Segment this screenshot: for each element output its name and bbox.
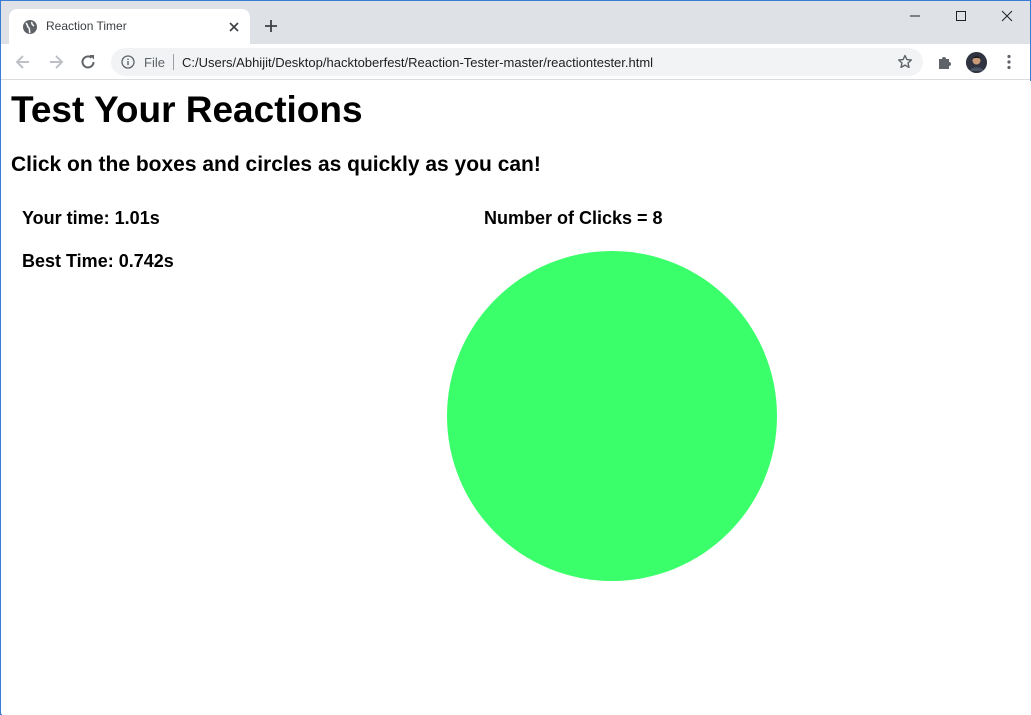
click-count-label: Number of Clicks = 8: [484, 208, 663, 228]
close-tab-icon[interactable]: [225, 18, 243, 36]
tab-strip: Reaction Timer: [1, 1, 1030, 44]
maximize-button[interactable]: [938, 1, 984, 31]
reaction-target-circle[interactable]: [447, 251, 777, 581]
back-arrow-icon[interactable]: [13, 52, 33, 72]
page-subtitle: Click on the boxes and circles as quickl…: [11, 153, 541, 176]
info-icon[interactable]: [121, 55, 135, 69]
reload-icon[interactable]: [78, 52, 98, 72]
page-title: Test Your Reactions: [11, 89, 363, 130]
tab-reaction-timer[interactable]: Reaction Timer: [9, 9, 250, 44]
forward-arrow-icon[interactable]: [46, 52, 66, 72]
browser-window: Reaction Timer File C:/Users/Abhijit/Des…: [0, 0, 1031, 715]
menu-kebab-icon[interactable]: [1000, 53, 1018, 71]
new-tab-plus-icon[interactable]: [262, 17, 280, 35]
extensions-puzzle-icon[interactable]: [936, 53, 954, 71]
url-scheme-label: File: [144, 55, 165, 70]
address-bar[interactable]: File C:/Users/Abhijit/Desktop/hacktoberf…: [111, 48, 923, 76]
bookmark-star-icon[interactable]: [896, 53, 914, 71]
page-content: Test Your Reactions Click on the boxes a…: [2, 81, 1031, 715]
your-time-label: Your time: 1.01s: [22, 208, 160, 228]
close-window-button[interactable]: [984, 1, 1030, 31]
globe-icon: [22, 19, 38, 35]
profile-avatar[interactable]: [966, 52, 987, 73]
best-time-label: Best Time: 0.742s: [22, 251, 174, 271]
url-text[interactable]: C:/Users/Abhijit/Desktop/hacktoberfest/R…: [182, 55, 653, 70]
minimize-button[interactable]: [892, 1, 938, 31]
browser-toolbar: File C:/Users/Abhijit/Desktop/hacktoberf…: [1, 44, 1030, 80]
tab-title: Reaction Timer: [46, 19, 127, 33]
address-divider: [173, 54, 174, 70]
